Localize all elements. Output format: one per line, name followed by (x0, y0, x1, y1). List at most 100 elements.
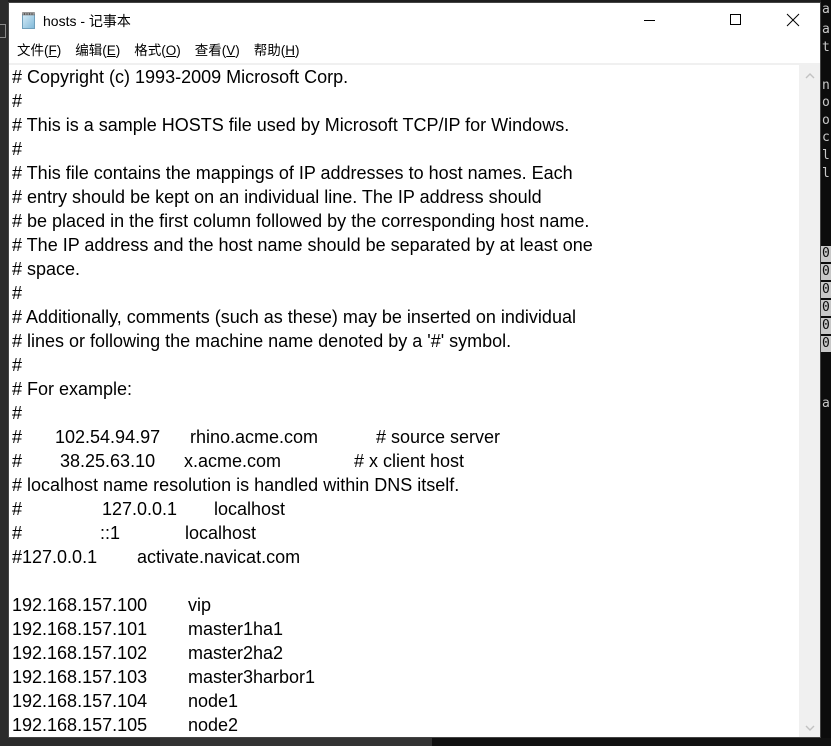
text-line: # (12, 139, 23, 159)
menu-accelerator: E (106, 43, 116, 58)
maximize-icon (730, 14, 741, 25)
title-bar[interactable]: hosts - 记事本 (9, 3, 820, 37)
terminal-char: a (822, 396, 830, 411)
line-column: 192.168.157.100 (12, 595, 148, 615)
terminal-char: 0 (821, 318, 831, 334)
menu-item-e[interactable]: 编辑(E) (69, 40, 126, 62)
line-column: # (12, 499, 23, 519)
text-line: 192.168.157.100 vip (12, 593, 799, 617)
text-line: 192.168.157.101 master1ha1 (12, 617, 799, 641)
terminal-char: n (822, 78, 830, 93)
menu-item-f[interactable]: 文件(F) (11, 40, 67, 62)
line-column: x.acme.com (184, 451, 282, 471)
menu-item-v[interactable]: 查看(V) (189, 40, 246, 62)
text-line: #::1 localhost (12, 521, 799, 545)
notepad-window: hosts - 记事本 文件(F) 编辑(E) 格式(O) 查看(V) 帮助(H) # … (8, 2, 821, 738)
menu-label-end: ) (115, 43, 121, 58)
notepad-icon (22, 12, 35, 29)
menu-label-end: ) (176, 43, 181, 58)
terminal-char: 0 (821, 264, 831, 280)
scroll-up-button[interactable] (799, 67, 820, 85)
terminal-char: l (822, 166, 830, 181)
line-column: rhino.acme.com (190, 427, 319, 447)
line-column: 192.168.157.105 (12, 715, 148, 735)
terminal-char: c (822, 130, 830, 145)
terminal-char: a (822, 22, 830, 37)
text-line (12, 569, 799, 593)
close-icon (786, 13, 800, 27)
text-line: # (12, 355, 23, 375)
line-column: activate.navicat.com (137, 547, 301, 567)
menu-label: 查看( (194, 43, 227, 58)
chevron-up-icon (805, 73, 814, 79)
window-title: hosts - 记事本 (43, 13, 131, 29)
line-column: 38.25.63.10 (60, 451, 156, 471)
background-terminal-window: aatnoocll000000a (821, 0, 831, 746)
text-line: # This is a sample HOSTS file used by Mi… (12, 115, 570, 135)
line-column: node1 (188, 691, 239, 711)
terminal-char: l (822, 148, 830, 163)
terminal-char: 0 (821, 336, 831, 352)
taskbar-strip (0, 738, 831, 746)
text-line: # (12, 283, 23, 303)
terminal-char: 0 (821, 300, 831, 316)
terminal-char: 0 (821, 282, 831, 298)
menu-item-o[interactable]: 格式(O) (128, 40, 187, 62)
text-line: 192.168.157.102 master2ha2 (12, 641, 799, 665)
menu-label-end: ) (56, 43, 62, 58)
line-column: 192.168.157.103 (12, 667, 148, 687)
text-line: 192.168.157.103 master3harbor1 (12, 665, 799, 689)
text-line: 192.168.157.104 node1 (12, 689, 799, 713)
text-line: # (12, 91, 23, 111)
editor-content[interactable]: # Copyright (c) 1993-2009 Microsoft Corp… (9, 65, 799, 737)
line-column: master3harbor1 (188, 667, 316, 687)
text-line: 192.168.157.105 node2 (12, 713, 799, 737)
vertical-scrollbar[interactable] (799, 65, 820, 737)
menu-bar: 文件(F) 编辑(E) 格式(O) 查看(V) 帮助(H) (9, 39, 820, 63)
line-column: master1ha1 (188, 619, 284, 639)
menu-label: 编辑( (75, 43, 107, 58)
text-editor[interactable]: # Copyright (c) 1993-2009 Microsoft Corp… (9, 65, 799, 737)
text-line: # space. (12, 259, 81, 279)
minimize-icon (644, 20, 655, 21)
line-column: 192.168.157.104 (12, 691, 148, 711)
line-column: 192.168.157.101 (12, 619, 148, 639)
text-line: #38.25.63.10 x.acme.com # x client host (12, 449, 799, 473)
menu-accelerator: H (285, 43, 296, 58)
text-line: # This file contains the mappings of IP … (12, 163, 573, 183)
terminal-char: t (822, 40, 830, 55)
chevron-down-icon (805, 725, 814, 731)
text-line: # Additionally, comments (such as these)… (12, 307, 576, 327)
menu-label-end: ) (235, 43, 240, 58)
document-icon (0, 24, 6, 38)
line-column: vip (188, 595, 212, 615)
text-line: # (12, 403, 23, 423)
line-column: 127.0.0.1 (102, 499, 178, 519)
line-column: localhost (185, 523, 257, 543)
line-column: 192.168.157.102 (12, 643, 148, 663)
line-column: #127.0.0.1 (12, 547, 98, 567)
background-panel (160, 738, 432, 746)
close-button[interactable] (764, 3, 822, 37)
minimize-button[interactable] (621, 3, 679, 37)
terminal-char: a (822, 2, 830, 17)
terminal-char: o (822, 113, 830, 128)
menu-item-h[interactable]: 帮助(H) (248, 40, 306, 62)
text-line: # For example: (12, 379, 133, 399)
menu-label-end: ) (295, 43, 300, 58)
scroll-down-button[interactable] (799, 719, 820, 737)
text-line: # be placed in the first column followed… (12, 211, 590, 231)
terminal-char: 0 (821, 246, 831, 262)
line-column: # (12, 523, 23, 543)
maximize-button[interactable] (707, 3, 765, 37)
line-column: 102.54.94.97 (55, 427, 161, 447)
menu-label: 帮助( (253, 43, 286, 58)
background-window-left (0, 0, 8, 746)
text-line: #127.0.0.1 activate.navicat.com (12, 545, 799, 569)
text-line: # The IP address and the host name shoul… (12, 235, 593, 255)
background-panel-dark (432, 738, 831, 746)
line-column: # (12, 451, 23, 471)
line-column: # (12, 427, 23, 447)
text-line: # entry should be kept on an individual … (12, 187, 542, 207)
line-column: # source server (376, 427, 501, 447)
